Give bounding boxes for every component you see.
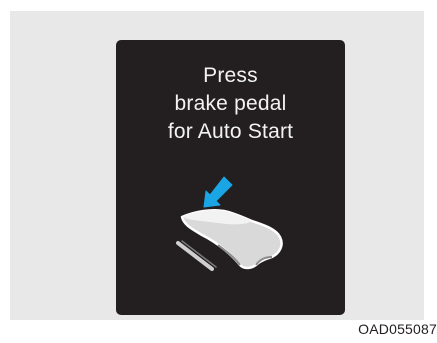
cluster-display: Press brake pedal for Auto Start (116, 40, 345, 315)
figure-code: OAD055087 (358, 321, 437, 337)
message-line-1: Press (203, 64, 258, 87)
message-line-3: for Auto Start (167, 120, 294, 143)
foot-press-brake-pedal-icon (176, 176, 283, 271)
message-line-2: brake pedal (174, 92, 287, 115)
brake-pedal-icon (176, 240, 217, 271)
press-arrow-icon (203, 176, 233, 208)
warning-message: Press brake pedal for Auto Start (116, 62, 345, 146)
